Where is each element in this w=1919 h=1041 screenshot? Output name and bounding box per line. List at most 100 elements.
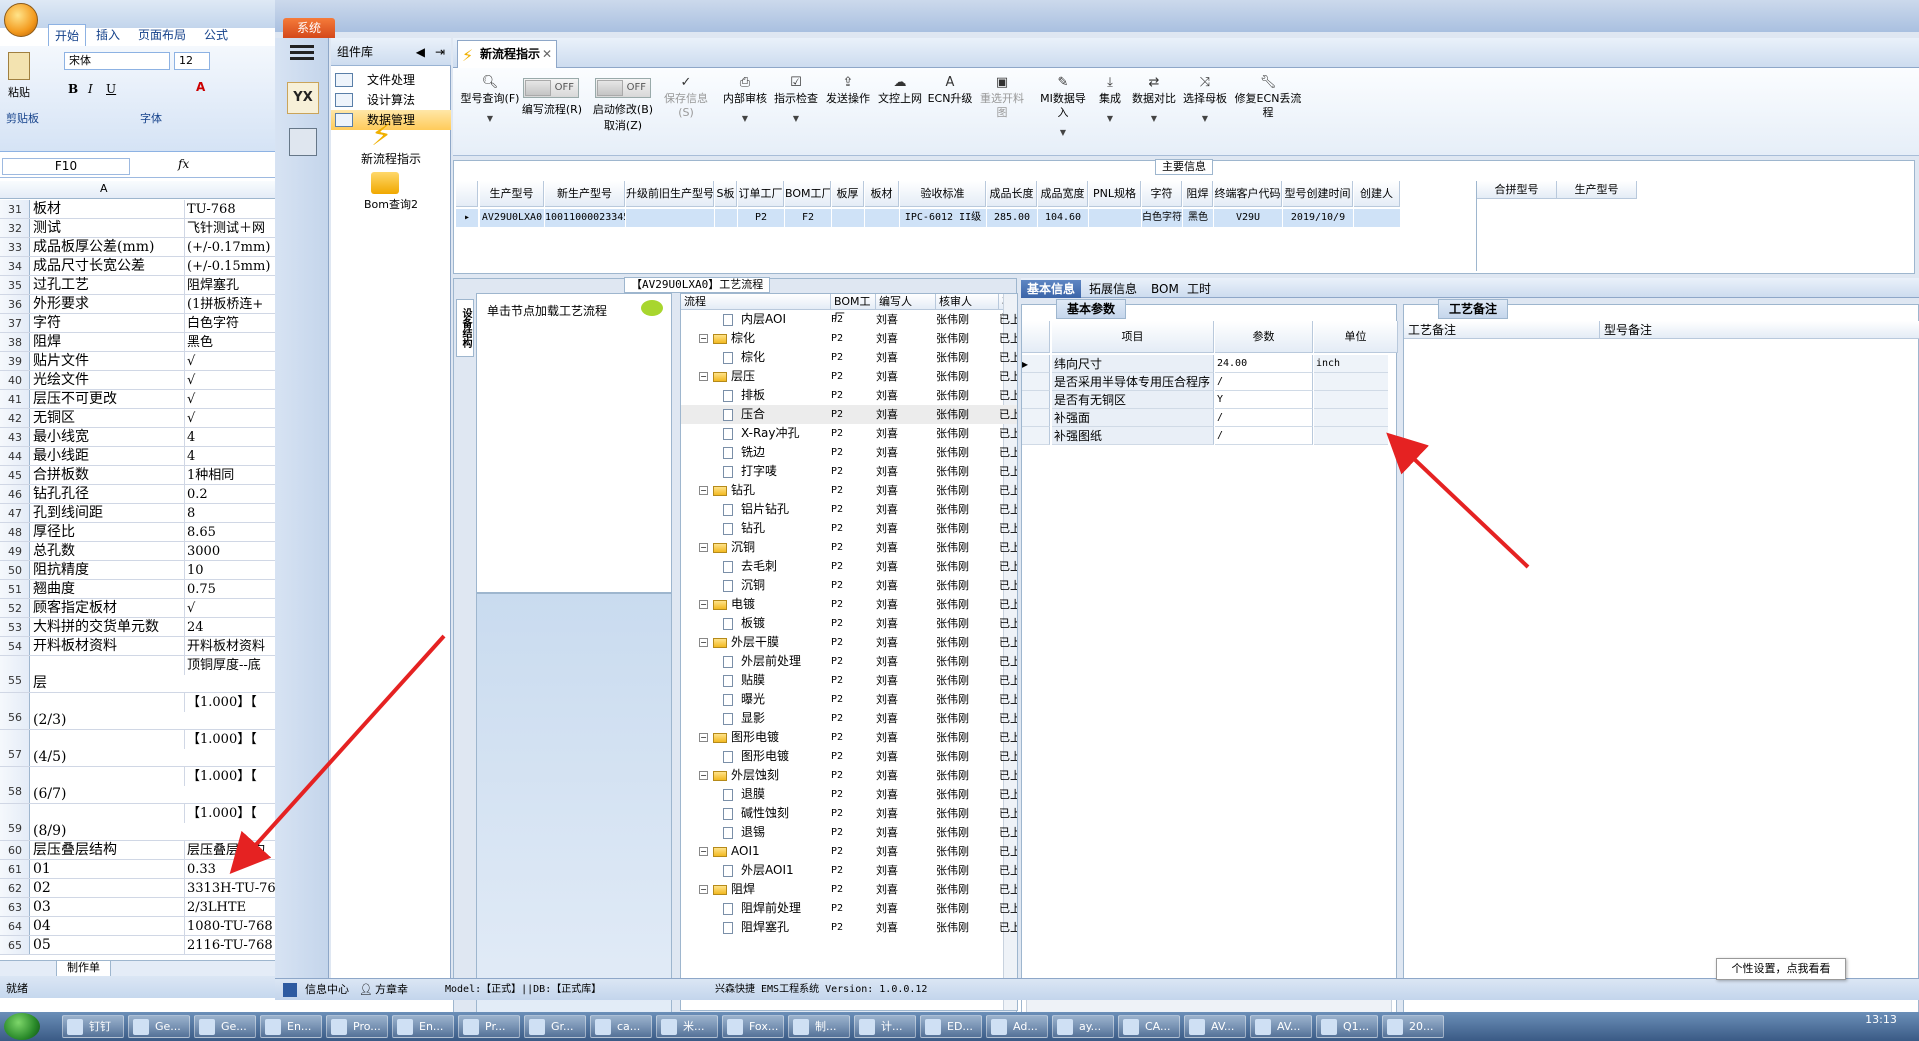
expand-toggle-icon[interactable]: − xyxy=(699,885,708,894)
tree-node[interactable]: − 外层干膜 P2 刘喜 张伟刚 已上网 xyxy=(681,633,1017,652)
cell-b[interactable]: 飞针测试＋网 xyxy=(184,219,275,237)
close-icon[interactable]: ✕ xyxy=(542,41,552,67)
tree-node[interactable]: − 阻焊 P2 刘喜 张伟刚 已上网 xyxy=(681,880,1017,899)
cell-a[interactable]: 最小线距 xyxy=(33,447,179,465)
taskbar-item[interactable]: Gr... xyxy=(524,1015,586,1038)
main-info-cell[interactable]: IPC-6012 II级 xyxy=(900,209,986,227)
cell-b[interactable]: 白色字符 xyxy=(184,314,275,332)
excel-row[interactable]: 47 孔到线间距 8 xyxy=(0,504,275,523)
row-number[interactable]: 46 xyxy=(0,485,30,503)
param-value[interactable]: 24.00 xyxy=(1215,355,1313,373)
excel-row[interactable]: 43 最小线宽 4 xyxy=(0,428,275,447)
expand-toggle-icon[interactable]: − xyxy=(699,771,708,780)
cell-a[interactable]: 钻孔孔径 xyxy=(33,485,179,503)
send-release-button[interactable]: ⇪ 发送操作 xyxy=(825,76,871,106)
main-info-header[interactable]: 创建人 xyxy=(1354,181,1400,207)
internal-review-button[interactable]: ⎙ 内部审核 ▼ xyxy=(723,76,767,126)
cell-a[interactable]: 阻抗精度 xyxy=(33,561,179,579)
main-info-cell[interactable]: 黑色 xyxy=(1183,209,1213,227)
row-number[interactable]: 50 xyxy=(0,561,30,579)
tree-node[interactable]: 图形电镀 P2 刘喜 张伟刚 已上网 xyxy=(681,747,1017,766)
row-number[interactable]: 51 xyxy=(0,580,30,598)
cell-a[interactable]: 大料拼的交货单元数 xyxy=(33,618,179,636)
expand-toggle-icon[interactable]: − xyxy=(699,486,708,495)
row-number[interactable]: 33 xyxy=(0,238,30,256)
sheet-tab-active[interactable]: 制作单 xyxy=(56,961,111,977)
tree-node[interactable]: 棕化 P2 刘喜 张伟刚 已上网 xyxy=(681,348,1017,367)
tree-node[interactable]: 去毛刺 P2 刘喜 张伟刚 已上网 xyxy=(681,557,1017,576)
new-flow-label[interactable]: 新流程指示 xyxy=(341,150,441,167)
tree-node[interactable]: 显影 P2 刘喜 张伟刚 已上网 xyxy=(681,709,1017,728)
fx-icon[interactable]: fx xyxy=(178,157,189,171)
cell-b[interactable]: (+/-0.17mm) xyxy=(184,238,275,256)
taskbar-item[interactable]: ED... xyxy=(920,1015,982,1038)
excel-row[interactable]: 50 阻抗精度 10 xyxy=(0,561,275,580)
basic-header-item[interactable]: 项目 xyxy=(1052,321,1214,353)
column-a-header[interactable]: A xyxy=(100,182,108,195)
taskbar-item[interactable]: Pr... xyxy=(458,1015,520,1038)
expand-toggle-icon[interactable]: − xyxy=(699,733,708,742)
tree-node[interactable]: 铝片钻孔 P2 刘喜 张伟刚 已上网 xyxy=(681,500,1017,519)
main-info-header[interactable]: 板厚 xyxy=(832,181,864,207)
row-number[interactable]: 40 xyxy=(0,371,30,389)
italic-button[interactable]: I xyxy=(88,82,93,96)
excel-row[interactable]: 49 总孔数 3000 xyxy=(0,542,275,561)
tree-node[interactable]: − 沉铜 P2 刘喜 张伟刚 已上网 xyxy=(681,538,1017,557)
row-number[interactable]: 62 xyxy=(0,879,30,897)
cell-a[interactable]: 翘曲度 xyxy=(33,580,179,598)
excel-row[interactable]: 48 厚径比 8.65 xyxy=(0,523,275,542)
expand-toggle-icon[interactable]: − xyxy=(699,638,708,647)
row-number[interactable]: 59 xyxy=(0,804,30,840)
cell-b[interactable]: 24 xyxy=(184,618,275,636)
cell-b[interactable]: 3313H-TU-76 xyxy=(184,879,275,897)
main-info-header[interactable]: PNL规格 xyxy=(1089,181,1141,207)
cell-a[interactable]: 合拼板数 xyxy=(33,466,179,484)
excel-row[interactable]: 59 (8/9) 【1.000】【 xyxy=(0,804,275,841)
row-number[interactable]: 60 xyxy=(0,841,30,859)
collapse-left-icon[interactable]: ◀ xyxy=(416,38,425,66)
cell-a[interactable]: 03 xyxy=(33,898,179,916)
row-number[interactable]: 38 xyxy=(0,333,30,351)
notes-header-process[interactable]: 工艺备注 xyxy=(1404,321,1600,339)
basic-param-row[interactable]: 是否有无铜区 Y xyxy=(1022,391,1402,409)
taskbar-item[interactable]: AV... xyxy=(1250,1015,1312,1038)
taskbar-item[interactable]: Pro... xyxy=(326,1015,388,1038)
excel-row[interactable]: 39 贴片文件 √ xyxy=(0,352,275,371)
row-number[interactable]: 49 xyxy=(0,542,30,560)
cell-a[interactable]: 成品板厚公差(mm) xyxy=(33,238,179,256)
taskbar-item[interactable]: En... xyxy=(392,1015,454,1038)
underline-button[interactable]: U xyxy=(106,82,116,96)
system-button[interactable]: 系统 xyxy=(283,18,335,38)
main-info-header[interactable]: 新生产型号 xyxy=(545,181,625,207)
excel-row[interactable]: 51 翘曲度 0.75 xyxy=(0,580,275,599)
cell-b[interactable]: √ xyxy=(184,599,275,617)
tree-node[interactable]: 阻焊前处理 P2 刘喜 张伟刚 已上网 xyxy=(681,899,1017,918)
tree-node[interactable]: − 外层蚀刻 P2 刘喜 张伟刚 已上网 xyxy=(681,766,1017,785)
cell-b[interactable]: 1种相同 xyxy=(184,466,275,484)
cell-b[interactable]: 阻焊塞孔 xyxy=(184,276,275,294)
cell-b[interactable]: TU-768 xyxy=(184,200,275,218)
excel-tab-insert[interactable]: 插入 xyxy=(90,24,126,46)
main-info-header[interactable]: 验收标准 xyxy=(900,181,986,207)
main-info-header[interactable]: S板 xyxy=(715,181,737,207)
excel-row[interactable]: 36 外形要求 (1拼板桥连+ xyxy=(0,295,275,314)
cell-b[interactable]: 1080-TU-768 xyxy=(184,917,275,935)
row-number[interactable]: 48 xyxy=(0,523,30,541)
start-button[interactable] xyxy=(4,1013,40,1040)
main-info-header[interactable]: 阻焊 xyxy=(1183,181,1213,207)
row-number[interactable]: 56 xyxy=(0,693,30,729)
tree-node[interactable]: − 电镀 P2 刘喜 张伟刚 已上网 xyxy=(681,595,1017,614)
tree-node[interactable]: 钻孔 P2 刘喜 张伟刚 已上网 xyxy=(681,519,1017,538)
main-info-header[interactable]: 成品宽度 xyxy=(1038,181,1088,207)
tab-work-hours[interactable]: 工时 xyxy=(1181,280,1217,298)
cell-b[interactable]: 8 xyxy=(184,504,275,522)
excel-row[interactable]: 61 01 0.33 xyxy=(0,860,275,879)
excel-row[interactable]: 65 05 2116-TU-768 xyxy=(0,936,275,955)
expand-toggle-icon[interactable]: − xyxy=(699,600,708,609)
excel-row[interactable]: 64 04 1080-TU-768 xyxy=(0,917,275,936)
row-number[interactable]: 58 xyxy=(0,767,30,803)
cell-b[interactable]: 4 xyxy=(184,428,275,446)
model-query-button[interactable]: 🔍︎ 型号查询(F) ▼ xyxy=(455,76,525,126)
bold-button[interactable]: B xyxy=(68,82,78,96)
tree-node[interactable]: 压合 P2 刘喜 张伟刚 已上网 xyxy=(681,405,1017,424)
